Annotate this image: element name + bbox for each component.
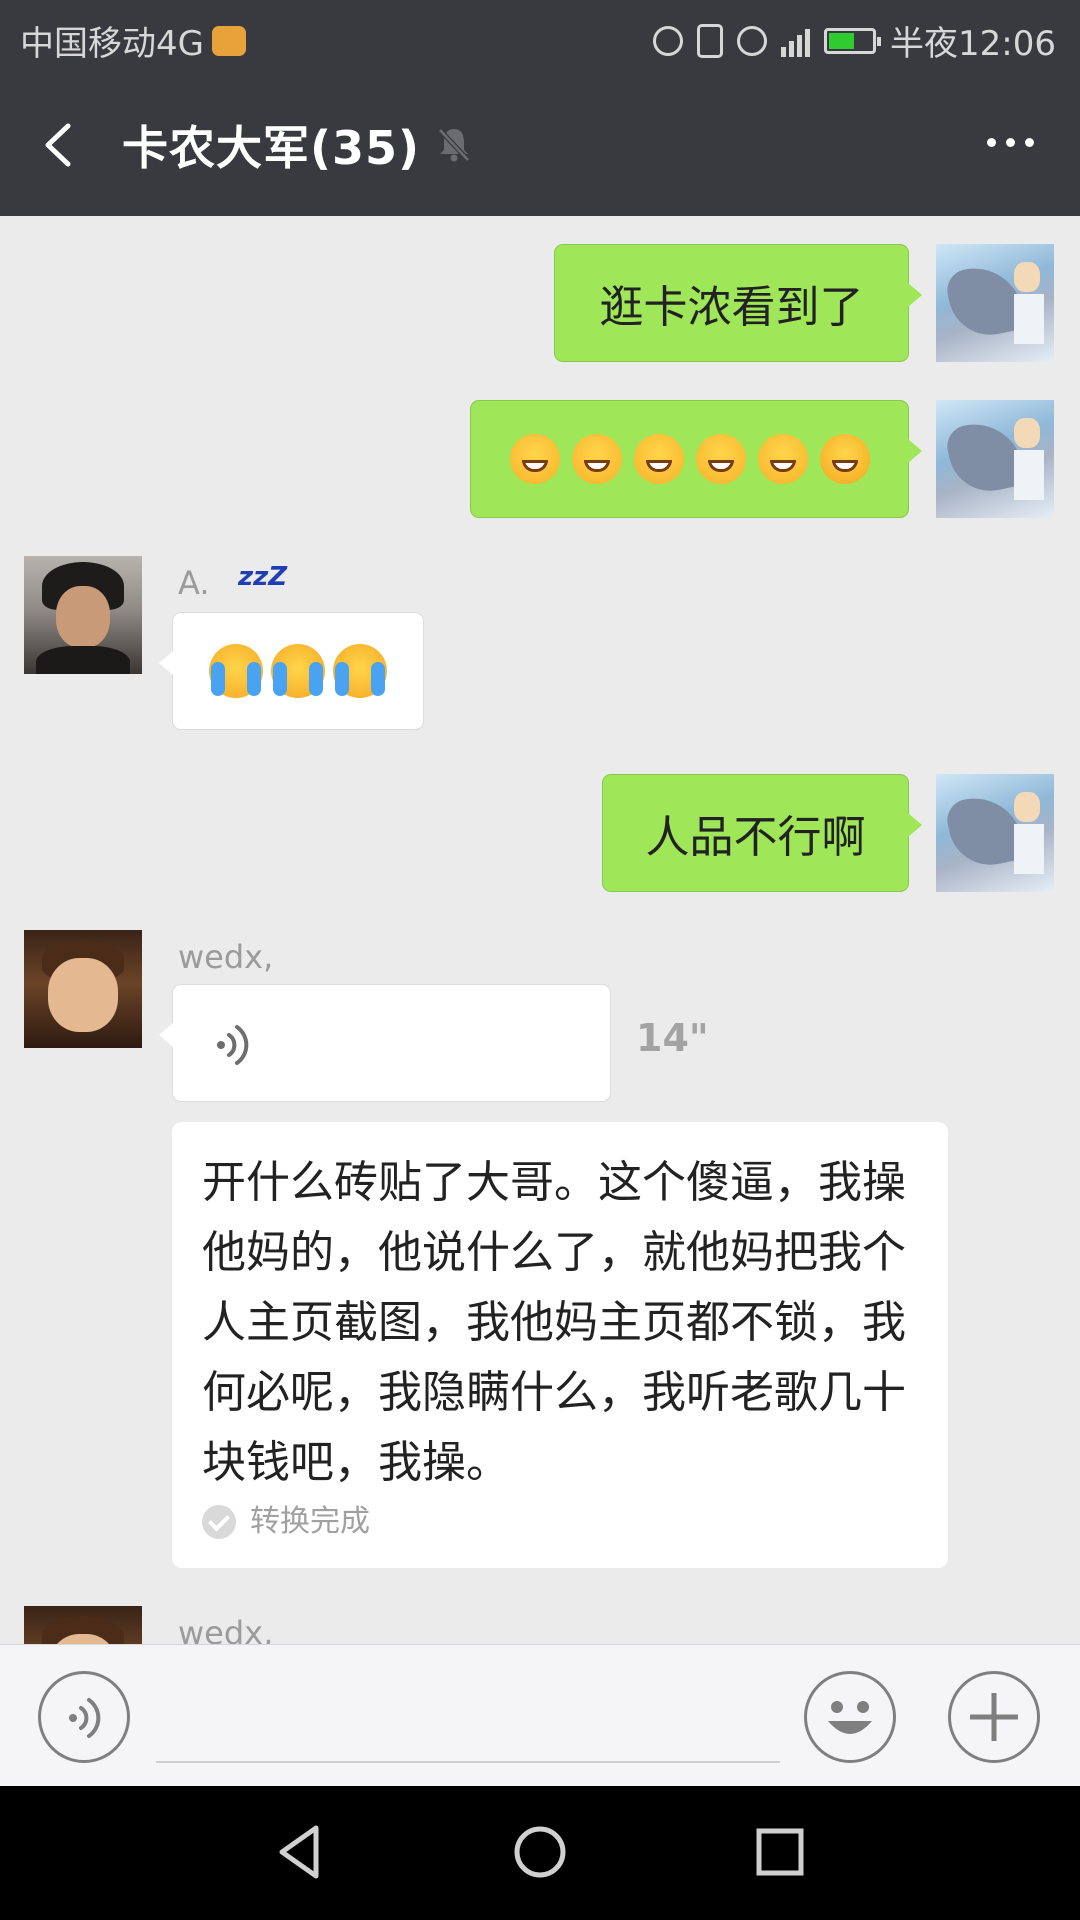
message-bubble-received-emoji[interactable] — [159, 612, 424, 730]
cry-laugh-emoji-icon — [209, 644, 263, 698]
status-left: 中国移动4G — [20, 16, 246, 65]
message-text: 人品不行啊 — [645, 812, 866, 863]
clock-label: 半夜12:06 — [890, 24, 1056, 64]
transcript-text: 开什么砖贴了大哥。这个傻逼，我操他妈的，他说什么了，就他妈把我个人主页截图，我他… — [202, 1157, 906, 1488]
bell-muted-icon — [438, 128, 470, 162]
cry-laugh-emoji-icon — [333, 644, 387, 698]
my-avatar[interactable] — [936, 774, 1054, 892]
voice-transcript-card[interactable]: 开什么砖贴了大哥。这个傻逼，我操他妈的，他说什么了，就他妈把我个人主页截图，我他… — [172, 1122, 948, 1568]
transcript-status-label: 转换完成 — [250, 1504, 370, 1539]
message-text: 逛卡浓看到了 — [599, 282, 864, 333]
my-avatar[interactable] — [936, 244, 1054, 362]
sender-avatar-wedx[interactable] — [24, 930, 142, 1048]
input-bar — [0, 1644, 1080, 1787]
battery-icon — [824, 27, 882, 54]
voice-message-bubble[interactable] — [159, 984, 611, 1102]
nav-back-icon[interactable] — [272, 1822, 332, 1882]
sender-name: wedx, — [178, 938, 274, 976]
alarm-icon — [737, 25, 768, 56]
chat-title: 卡农大军(35) — [122, 121, 421, 175]
message-input[interactable] — [156, 1761, 780, 1763]
nav-recents-icon[interactable] — [750, 1822, 810, 1882]
carrier-label: 中国移动4G — [20, 24, 204, 64]
message-bubble-sent-emoji[interactable] — [470, 400, 922, 518]
chat-header: 卡农大军(35) — [0, 76, 1080, 216]
signal-icon — [781, 25, 811, 57]
voice-wave-icon — [217, 1025, 249, 1065]
grin-emoji-icon — [571, 434, 622, 484]
grin-emoji-icon — [757, 434, 808, 484]
voice-input-icon[interactable] — [38, 1671, 130, 1763]
my-avatar[interactable] — [936, 400, 1054, 518]
check-circle-icon — [202, 1505, 236, 1539]
sender-avatar-a[interactable] — [24, 556, 142, 674]
message-bubble-sent[interactable]: 逛卡浓看到了 — [554, 244, 922, 362]
sender-name: wedx, — [178, 1614, 274, 1644]
more-dots-icon[interactable] — [987, 138, 1034, 147]
transcript-status: 转换完成 — [202, 1502, 918, 1542]
grin-emoji-icon — [695, 434, 746, 484]
nav-home-icon[interactable] — [510, 1822, 570, 1882]
sender-name: A. — [178, 564, 210, 602]
system-nav-bar — [0, 1786, 1080, 1920]
message-bubble-sent[interactable]: 人品不行啊 — [602, 774, 922, 892]
grin-emoji-icon — [509, 434, 560, 484]
back-chevron-icon[interactable] — [36, 120, 86, 170]
sender-name-suffix: zzZ — [238, 562, 288, 592]
status-bar: 中国移动4G 半夜12:06 — [0, 0, 1080, 76]
app-notification-icon — [211, 25, 246, 56]
hd-call-icon — [653, 25, 684, 56]
status-right: 半夜12:06 — [653, 16, 1056, 65]
message-list[interactable]: 逛卡浓看到了 A. zzZ 人品不行啊 wedx, 14" 开什么砖贴了大哥。这… — [0, 216, 1080, 1644]
cry-laugh-emoji-icon — [271, 644, 325, 698]
sender-avatar-wedx[interactable] — [24, 1606, 142, 1644]
emoji-face-icon[interactable] — [804, 1671, 896, 1763]
plus-icon[interactable] — [948, 1671, 1040, 1763]
vibrate-icon — [697, 23, 724, 58]
sweat-smirk-emoji-icon — [819, 434, 870, 484]
voice-duration: 14" — [636, 1016, 709, 1060]
grin-emoji-icon — [633, 434, 684, 484]
